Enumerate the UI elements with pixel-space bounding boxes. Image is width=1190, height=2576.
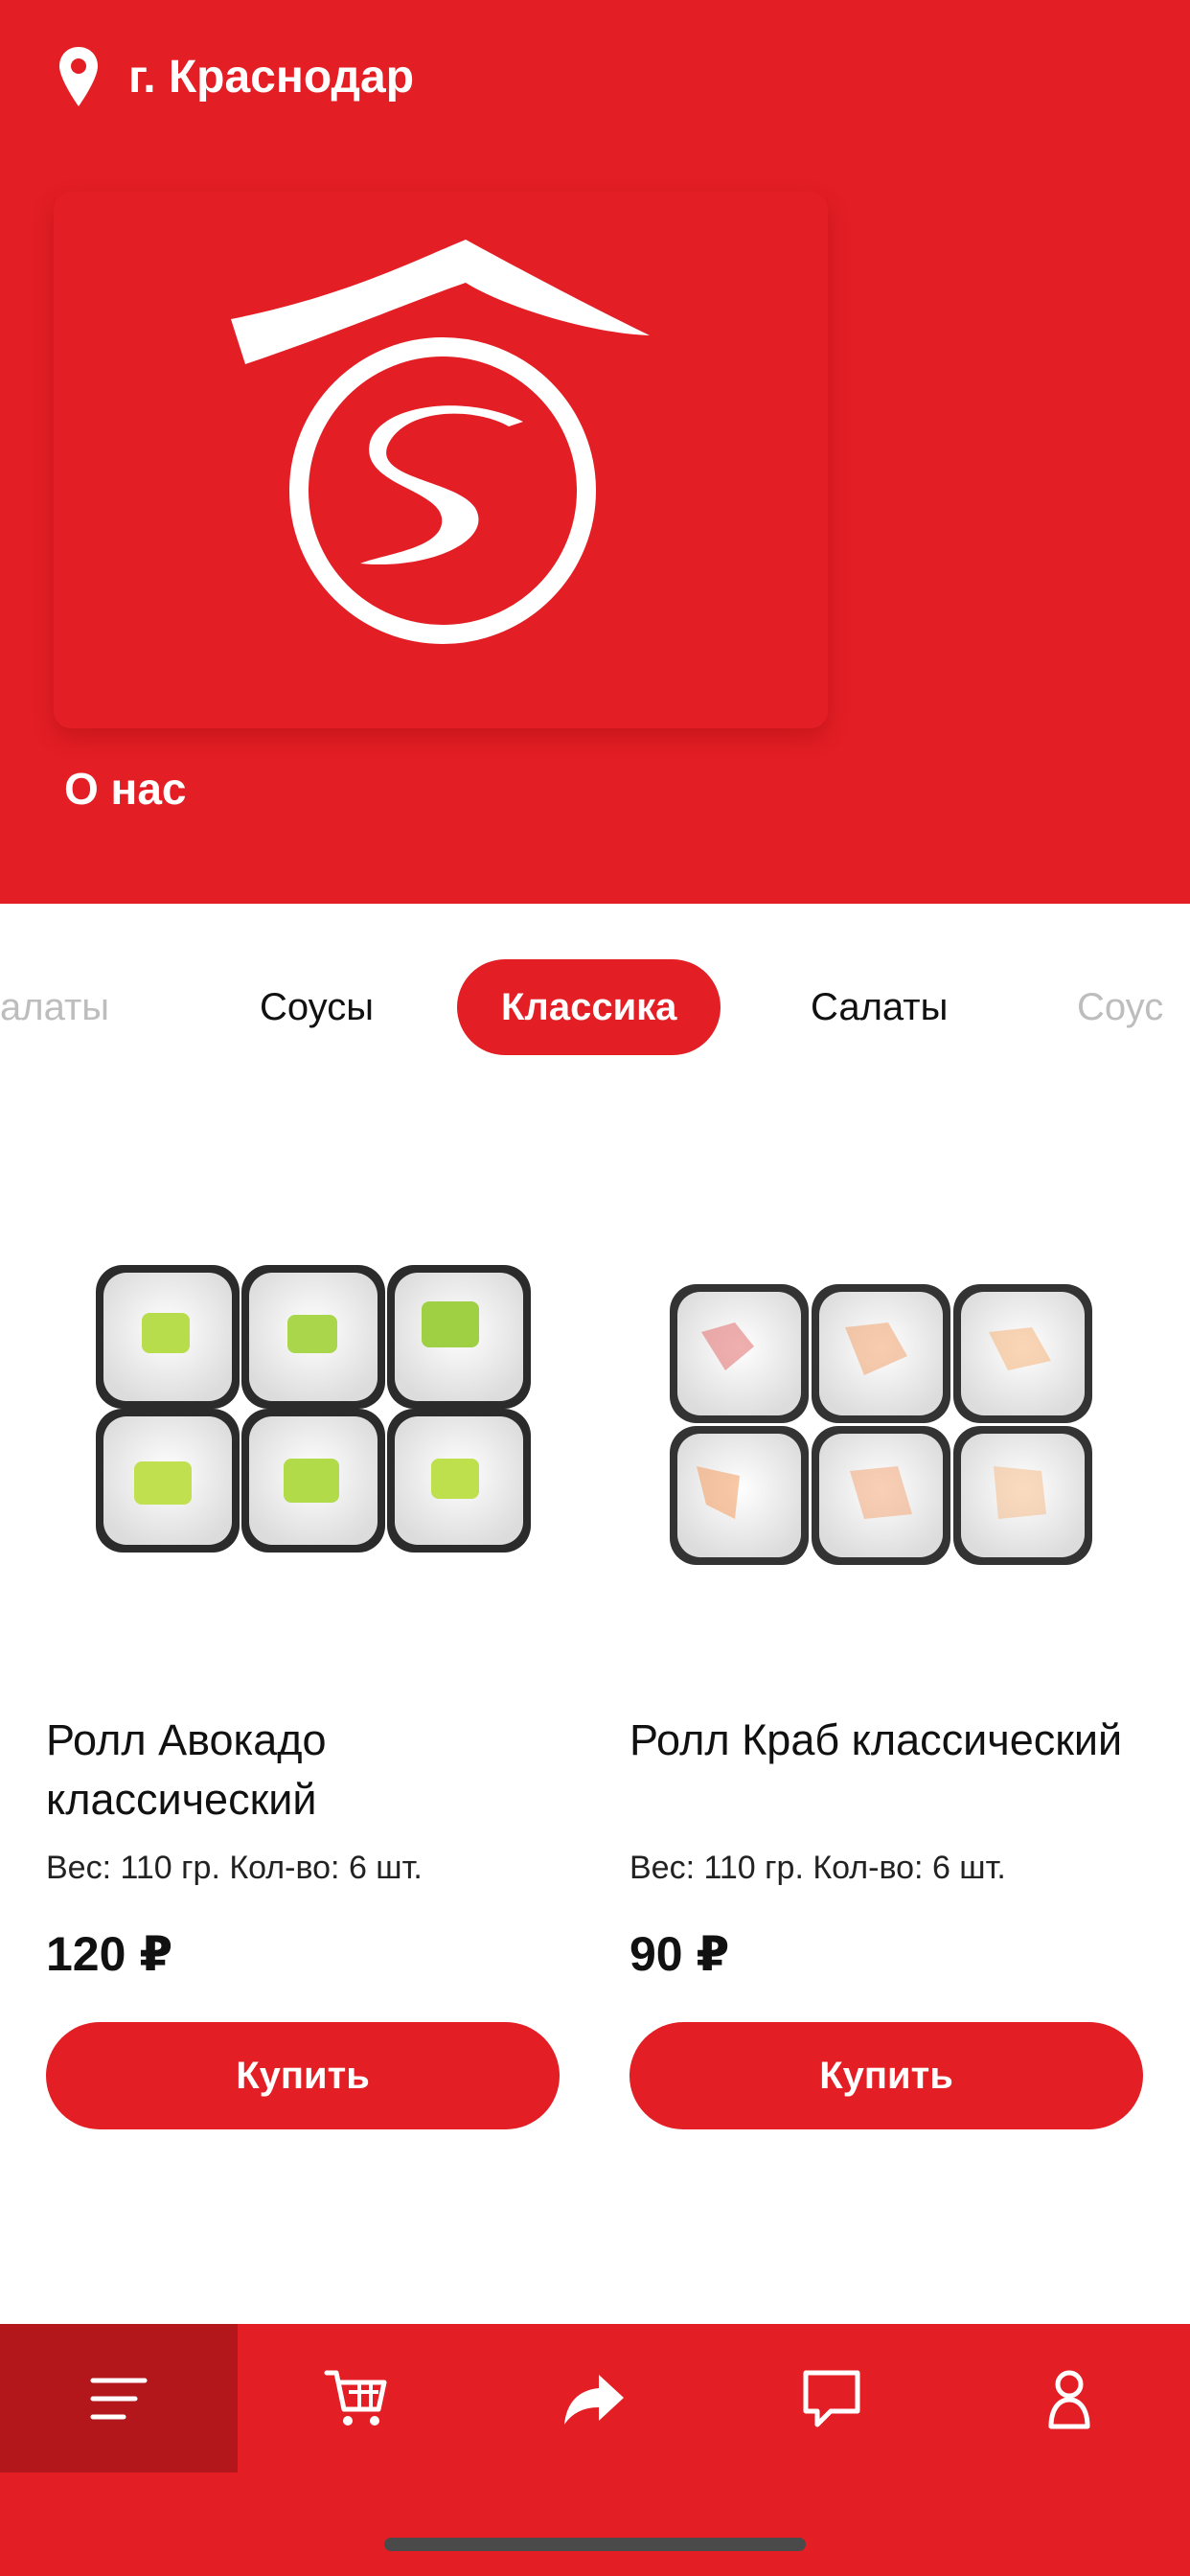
logo-card[interactable] bbox=[54, 192, 828, 728]
about-link[interactable]: О нас bbox=[64, 763, 187, 815]
category-tabs: алаты Соусы Классика Салаты Соус bbox=[0, 955, 1190, 1061]
product-weight-count: Вес: 110 гр. Кол-во: 6 шт. bbox=[629, 1850, 1006, 1886]
location-pin-icon bbox=[59, 47, 98, 106]
profile-icon bbox=[1048, 2370, 1090, 2428]
tab-sauces[interactable]: Соусы bbox=[260, 959, 374, 1055]
product-price: 120 ₽ bbox=[46, 1927, 173, 1981]
nav-menu[interactable] bbox=[0, 2324, 238, 2472]
sushi-logo bbox=[231, 240, 650, 644]
city-name: г. Краснодар bbox=[128, 51, 415, 103]
bottom-navigation bbox=[0, 2324, 1190, 2576]
product-name: Ролл Краб классический bbox=[629, 1715, 1123, 1764]
product-price: 90 ₽ bbox=[629, 1927, 730, 1981]
hero-section: г. Краснодар О нас bbox=[0, 0, 1190, 904]
product-weight-count: Вес: 110 гр. Кол-во: 6 шт. bbox=[46, 1850, 423, 1886]
cart-icon bbox=[324, 2370, 387, 2426]
tab-sauces-right[interactable]: Соус bbox=[1077, 959, 1163, 1055]
city-selector[interactable]: г. Краснодар bbox=[0, 0, 1190, 153]
tab-classic[interactable]: Классика bbox=[457, 959, 721, 1055]
chat-icon bbox=[803, 2370, 860, 2426]
menu-icon bbox=[90, 2378, 148, 2419]
tab-salads-left[interactable]: алаты bbox=[0, 959, 109, 1055]
share-icon bbox=[564, 2374, 624, 2425]
buy-button[interactable]: Купить bbox=[629, 2022, 1143, 2129]
buy-button[interactable]: Купить bbox=[46, 2022, 560, 2129]
product-name: Ролл Авокадо классический bbox=[46, 1715, 327, 1824]
tab-salads[interactable]: Салаты bbox=[811, 959, 948, 1055]
nav-cart[interactable] bbox=[238, 2324, 475, 2472]
product-image bbox=[670, 1284, 1092, 1565]
nav-profile[interactable] bbox=[950, 2324, 1188, 2472]
nav-chat[interactable] bbox=[713, 2324, 950, 2472]
nav-share[interactable] bbox=[475, 2324, 713, 2472]
home-indicator bbox=[384, 2538, 806, 2551]
product-image bbox=[96, 1265, 531, 1552]
